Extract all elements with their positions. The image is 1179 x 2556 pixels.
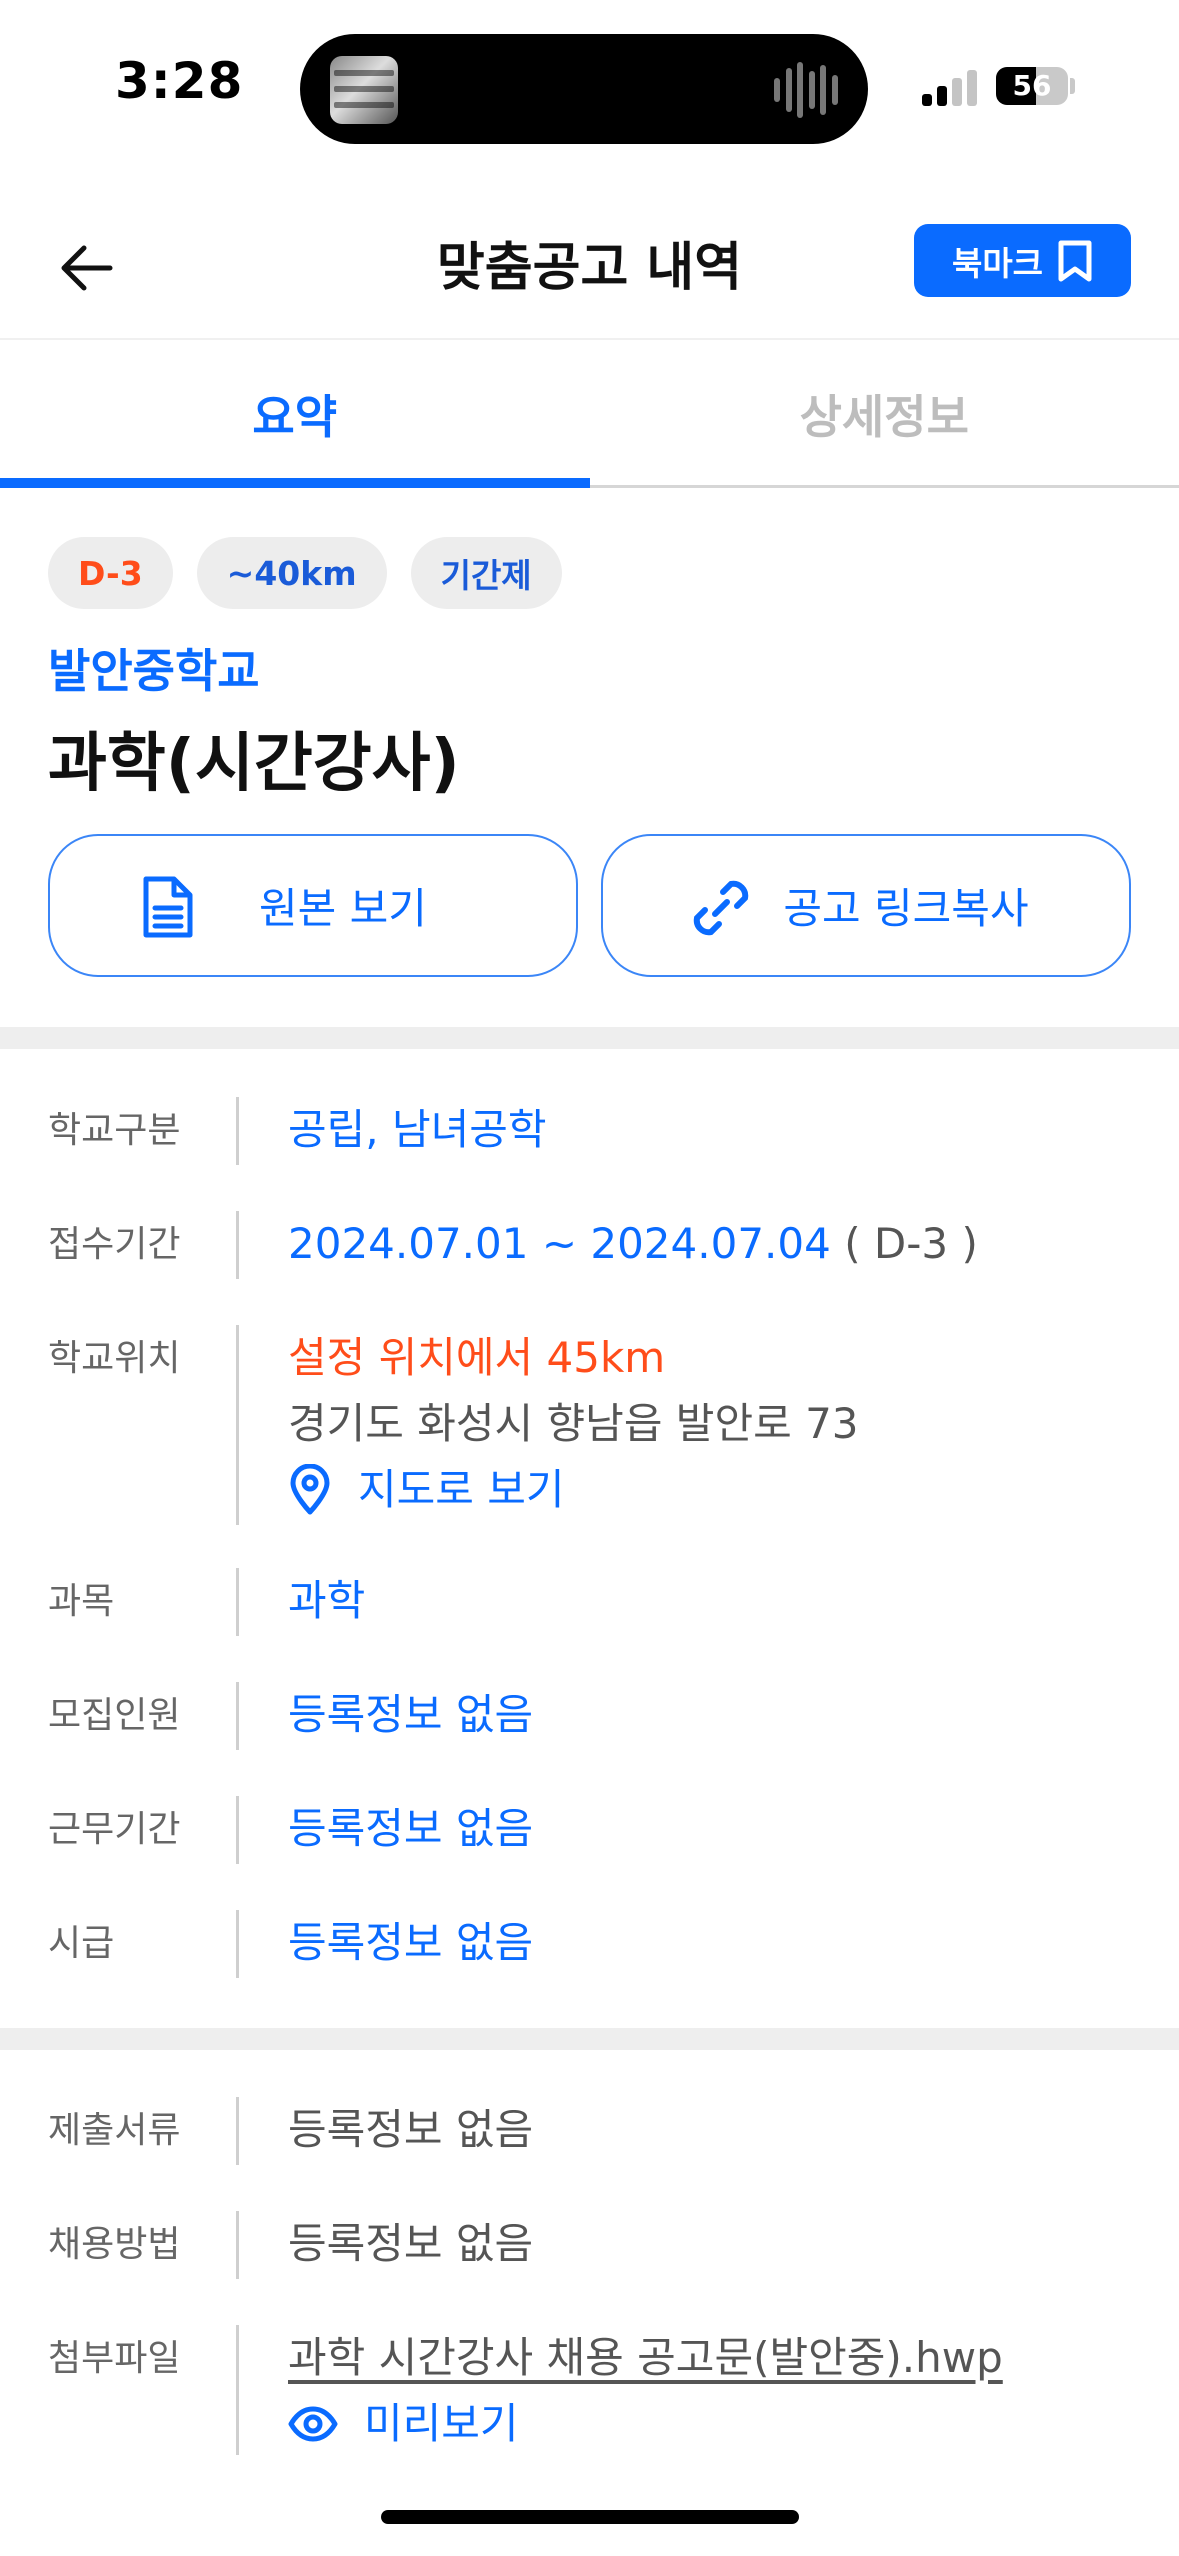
info-label: 근무기간 bbox=[48, 1809, 181, 1850]
location-value: 설정 위치에서 45km 경기도 화성시 향남읍 발안로 73 지도로 보기 bbox=[288, 1325, 859, 1523]
map-pin-icon bbox=[290, 1464, 330, 1515]
distance-text: 설정 위치에서 45km bbox=[288, 1333, 666, 1382]
info-row-hourly-pay: 시급 등록정보 없음 bbox=[0, 1910, 1179, 1980]
address-text: 경기도 화성시 향남읍 발안로 73 bbox=[288, 1399, 859, 1448]
tab-bar: 요약 상세정보 bbox=[0, 342, 1179, 488]
attachment-value: 과학 시간강사 채용 공고문(발안중).hwp 미리보기 bbox=[288, 2325, 1003, 2457]
subject-value: 과학 bbox=[288, 1576, 366, 1625]
view-original-label: 원본 보기 bbox=[259, 884, 427, 933]
preview-link[interactable]: 미리보기 bbox=[288, 2391, 1003, 2457]
documents-value: 등록정보 없음 bbox=[288, 2105, 534, 2154]
info-label: 첨부파일 bbox=[48, 2338, 181, 2379]
view-original-button[interactable]: 원본 보기 bbox=[48, 834, 578, 977]
row-separator bbox=[236, 2097, 239, 2165]
row-separator bbox=[236, 1211, 239, 1279]
info-row-location: 학교위치 설정 위치에서 45km 경기도 화성시 향남읍 발안로 73 지도로… bbox=[0, 1325, 1179, 1525]
work-period-value: 등록정보 없음 bbox=[288, 1804, 534, 1853]
cellular-signal-icon bbox=[922, 66, 982, 106]
info-row-work-period: 근무기간 등록정보 없음 bbox=[0, 1796, 1179, 1866]
school-type-value: 공립, 남녀공학 bbox=[288, 1105, 547, 1154]
row-separator bbox=[236, 1097, 239, 1165]
battery-level: 56 bbox=[1012, 69, 1052, 102]
map-link[interactable]: 지도로 보기 bbox=[288, 1457, 859, 1523]
method-value: 등록정보 없음 bbox=[288, 2219, 534, 2268]
period-value: 2024.07.01 ~ 2024.07.04 ( D-3 ) bbox=[288, 1211, 978, 1277]
school-name: 발안중학교 bbox=[48, 644, 260, 698]
eye-icon bbox=[288, 2406, 338, 2442]
info-row-period: 접수기간 2024.07.01 ~ 2024.07.04 ( D-3 ) bbox=[0, 1211, 1179, 1281]
row-separator bbox=[236, 1910, 239, 1978]
info-label: 과목 bbox=[48, 1581, 115, 1622]
period-dday: ( D-3 ) bbox=[830, 1219, 978, 1268]
row-separator bbox=[236, 1568, 239, 1636]
copy-link-button[interactable]: 공고 링크복사 bbox=[601, 834, 1131, 977]
info-label: 접수기간 bbox=[48, 1224, 181, 1265]
info-label: 채용방법 bbox=[48, 2224, 181, 2265]
employment-type-chip: 기간제 bbox=[410, 537, 562, 609]
tab-details[interactable]: 상세정보 bbox=[590, 342, 1179, 485]
preview-label: 미리보기 bbox=[364, 2399, 519, 2448]
info-row-recruits: 모집인원 등록정보 없음 bbox=[0, 1682, 1179, 1752]
info-row-school-type: 학교구분 공립, 남녀공학 bbox=[0, 1097, 1179, 1167]
section-divider bbox=[0, 1027, 1179, 1049]
home-indicator[interactable] bbox=[381, 2510, 799, 2524]
battery-cap bbox=[1070, 78, 1075, 94]
dday-chip: D-3 bbox=[48, 537, 173, 609]
section-divider bbox=[0, 2028, 1179, 2050]
period-dates: 2024.07.01 ~ 2024.07.04 bbox=[288, 1219, 831, 1268]
attachment-file-link[interactable]: 과학 시간강사 채용 공고문(발안중).hwp bbox=[288, 2325, 1003, 2391]
distance-chip: ~40km bbox=[196, 537, 387, 609]
row-separator bbox=[236, 1325, 239, 1525]
info-row-method: 채용방법 등록정보 없음 bbox=[0, 2211, 1179, 2281]
job-title: 과학(시간강사) bbox=[48, 727, 460, 801]
status-bar: 3:28 56 bbox=[0, 0, 1179, 170]
info-label: 모집인원 bbox=[48, 1695, 181, 1736]
hourly-pay-value: 등록정보 없음 bbox=[288, 1918, 534, 1967]
dynamic-island[interactable] bbox=[300, 34, 868, 144]
info-row-subject: 과목 과학 bbox=[0, 1568, 1179, 1638]
copy-link-label: 공고 링크복사 bbox=[783, 884, 1029, 933]
battery-icon: 56 bbox=[996, 67, 1068, 105]
chip-list: D-3 ~40km 기간제 bbox=[48, 537, 562, 609]
row-separator bbox=[236, 1682, 239, 1750]
info-row-attachment: 첨부파일 과학 시간강사 채용 공고문(발안중).hwp 미리보기 bbox=[0, 2325, 1179, 2457]
recruits-value: 등록정보 없음 bbox=[288, 1690, 534, 1739]
audio-wave-icon bbox=[774, 62, 838, 118]
map-link-label: 지도로 보기 bbox=[358, 1465, 565, 1514]
tab-summary[interactable]: 요약 bbox=[0, 342, 590, 488]
row-separator bbox=[236, 1796, 239, 1864]
info-label: 제출서류 bbox=[48, 2110, 181, 2151]
bookmark-label: 북마크 bbox=[951, 243, 1044, 283]
row-separator bbox=[236, 2325, 239, 2455]
status-time: 3:28 bbox=[115, 52, 244, 110]
info-label: 시급 bbox=[48, 1923, 115, 1964]
row-separator bbox=[236, 2211, 239, 2279]
info-label: 학교위치 bbox=[48, 1338, 181, 1379]
album-art-icon bbox=[330, 56, 398, 124]
app-header: 맞춤공고 내역 북마크 bbox=[0, 200, 1179, 340]
bookmark-button[interactable]: 북마크 bbox=[914, 224, 1131, 297]
info-label: 학교구분 bbox=[48, 1110, 181, 1151]
info-row-documents: 제출서류 등록정보 없음 bbox=[0, 2097, 1179, 2167]
bookmark-icon bbox=[1058, 240, 1092, 281]
